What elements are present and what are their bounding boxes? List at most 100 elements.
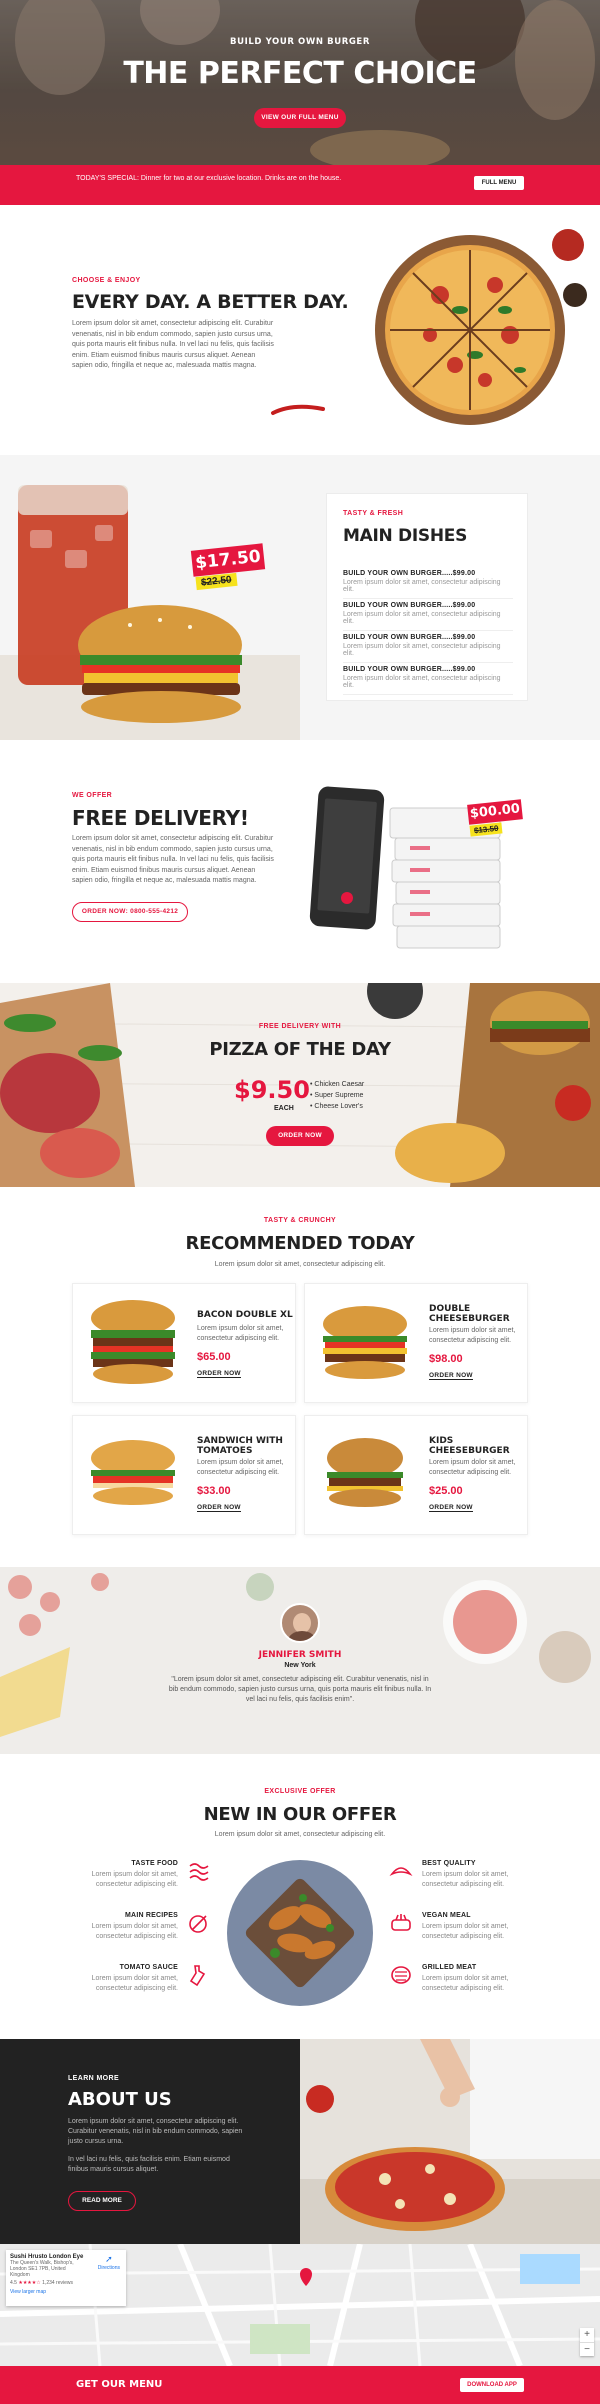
order-phone-button[interactable]: ORDER NOW: 0800-555-4212 <box>72 902 188 922</box>
about-section: LEARN MORE ABOUT US Lorem ipsum dolor si… <box>0 2039 600 2244</box>
kids-cheeseburger-image <box>327 1438 403 1507</box>
directions-link[interactable]: ➚ Directions <box>98 2254 120 2271</box>
pizza-order-button[interactable]: ORDER NOW <box>266 1126 334 1146</box>
bacon-icon <box>189 1863 209 1881</box>
pizza-day-eyebrow: FREE DELIVERY WITH <box>258 1023 342 1030</box>
dish-name: BUILD YOUR OWN BURGER.....$99.00 <box>343 602 476 609</box>
offer-section: EXCLUSIVE OFFER NEW IN OUR OFFER Lorem i… <box>0 1754 600 2039</box>
recommended-eyebrow: TASTY & CRUNCHY <box>263 1217 337 1224</box>
offer-feature: BEST QUALITY Lorem ipsum dolor sit amet, … <box>422 1860 512 1890</box>
testimonial-section: JENNIFER SMITH New York "Lorem ipsum dol… <box>0 1567 600 1754</box>
order-now-link[interactable]: ORDER NOW <box>197 1504 241 1512</box>
testimonial-background <box>0 1573 591 1737</box>
footer-bar: GET OUR MENU DOWNLOAD APP <box>0 2366 600 2404</box>
download-app-button[interactable]: DOWNLOAD APP <box>460 2378 524 2392</box>
dish-item: BUILD YOUR OWN BURGER.....$99.00 Lorem ip… <box>343 666 513 695</box>
dish-item: BUILD YOUR OWN BURGER.....$99.00 Lorem ip… <box>343 602 513 631</box>
dish-desc: Lorem ipsum dolor sit amet, consectetur … <box>343 643 513 663</box>
menu-card: BACON DOUBLE XL Lorem ipsum dolor sit am… <box>72 1283 296 1403</box>
about-title: ABOUT US <box>68 2089 172 2110</box>
dish-price: $17.50 <box>194 546 262 574</box>
star-icons: ★★★★☆ <box>18 2280 41 2286</box>
delivery-title: FREE DELIVERY! <box>72 806 249 830</box>
pizza-option-label: Cheese Lover's <box>314 1103 363 1110</box>
offer-feature: VEGAN MEAL Lorem ipsum dolor sit amet, co… <box>422 1912 512 1942</box>
zoom-controls: + − <box>580 2328 594 2356</box>
get-menu-text: GET OUR MENU <box>76 2379 163 2390</box>
pizza-day-price: $9.50 <box>234 1076 310 1104</box>
map-info-card: Sushi Hrusto London Eye The Queen's Walk… <box>6 2250 126 2306</box>
dish-item: BUILD YOUR OWN BURGER.....$99.00 Lorem ip… <box>343 634 513 663</box>
feature-title: TOMATO SAUCE <box>119 1964 178 1971</box>
directions-icon: ➚ <box>105 2254 113 2264</box>
map-rating: 4.5 ★★★★☆ 1,234 reviews <box>10 2280 122 2286</box>
offer-subtitle: Lorem ipsum dolor sit amet, consectetur … <box>214 1831 386 1838</box>
menu-item-name: BACON DOUBLE XL <box>197 1310 293 1320</box>
view-menu-button[interactable]: VIEW OUR FULL MENU <box>254 108 346 128</box>
view-larger-map-link[interactable]: View larger map <box>10 2289 122 2295</box>
pizza-option: • Chicken Caesar <box>310 1081 365 1088</box>
intro-body: Lorem ipsum dolor sit amet, consectetur … <box>72 320 274 369</box>
soda-burger-image <box>0 485 300 740</box>
sandwich-image <box>91 1440 175 1505</box>
pizza-day-title: PIZZA OF THE DAY <box>209 1039 391 1060</box>
pizza-day-section: FREE DELIVERY WITH PIZZA OF THE DAY $9.5… <box>0 983 600 1187</box>
special-bar: TODAY'S SPECIAL: Dinner for two at our e… <box>0 165 600 205</box>
intro-eyebrow: CHOOSE & ENJOY <box>72 277 141 284</box>
menu-item-price: $65.00 <box>197 1351 231 1363</box>
delivery-eyebrow: WE OFFER <box>72 792 113 799</box>
order-now-link[interactable]: ORDER NOW <box>197 1370 241 1378</box>
recipe-icon <box>189 1915 207 1933</box>
pizza-options: • Chicken Caesar • Super Supreme • Chees… <box>310 1079 364 1112</box>
pizza-image <box>375 229 587 425</box>
feature-title: TASTE FOOD <box>131 1860 178 1867</box>
full-menu-button[interactable]: FULL MENU <box>474 176 524 190</box>
offer-feature: MAIN RECIPES Lorem ipsum dolor sit amet, … <box>88 1912 178 1942</box>
bacon-burger-image <box>91 1300 175 1384</box>
dish-desc: Lorem ipsum dolor sit amet, consectetur … <box>343 611 513 631</box>
zoom-out-icon[interactable]: − <box>580 2342 594 2356</box>
map-reviews: 1,234 reviews <box>42 2280 74 2286</box>
menu-card: DOUBLE CHEESEBURGER Lorem ipsum dolor si… <box>304 1283 528 1403</box>
intro-title: EVERY DAY. A BETTER DAY. <box>72 291 349 313</box>
testimonial-quote: "Lorem ipsum dolor sit amet, consectetur… <box>168 1676 432 1703</box>
dish-name: BUILD YOUR OWN BURGER.....$99.00 <box>343 570 476 577</box>
hero-section: BUILD YOUR OWN BURGER THE PERFECT CHOICE… <box>0 0 600 165</box>
map-address: The Queen's Walk, Bishop's, London SE1 7… <box>10 2260 74 2278</box>
zoom-in-icon[interactable]: + <box>580 2328 594 2342</box>
pizza-day-each: EACH <box>274 1105 294 1112</box>
dishes-card: TASTY & FRESH MAIN DISHES BUILD YOUR OWN… <box>326 493 528 701</box>
menu-item-price: $25.00 <box>429 1485 463 1497</box>
menu-item-desc: Lorem ipsum dolor sit amet, consectetur … <box>197 1325 284 1342</box>
hero-title: THE PERFECT CHOICE <box>123 56 477 91</box>
dish-item: BUILD YOUR OWN BURGER.....$99.00 Lorem ip… <box>343 570 513 599</box>
chicken-wings-image <box>227 1860 373 2006</box>
main-dishes-section: $17.50 $22.50 TASTY & FRESH MAIN DISHES … <box>0 455 600 740</box>
hero-eyebrow: BUILD YOUR OWN BURGER <box>230 37 370 47</box>
offer-feature: TOMATO SAUCE Lorem ipsum dolor sit amet, … <box>88 1964 178 1994</box>
dishes-eyebrow: TASTY & FRESH <box>343 510 404 517</box>
menu-item-desc: Lorem ipsum dolor sit amet, consectetur … <box>429 1459 516 1476</box>
menu-card: KIDS CHEESEBURGER Lorem ipsum dolor sit … <box>304 1415 528 1535</box>
feature-title: MAIN RECIPES <box>125 1912 178 1919</box>
dish-desc: Lorem ipsum dolor sit amet, consectetur … <box>343 675 513 695</box>
pizza-option-label: Chicken Caesar <box>314 1081 365 1088</box>
about-body-1: Lorem ipsum dolor sit amet, consectetur … <box>68 2118 243 2145</box>
recommended-section: TASTY & CRUNCHY RECOMMENDED TODAY Lorem … <box>0 1187 600 1567</box>
order-now-link[interactable]: ORDER NOW <box>429 1372 473 1380</box>
directions-label: Directions <box>97 2265 120 2271</box>
menu-item-name: DOUBLE CHEESEBURGER <box>429 1304 510 1324</box>
map-rating-value: 4.5 <box>10 2280 17 2286</box>
special-text: TODAY'S SPECIAL: Dinner for two at our e… <box>76 175 342 182</box>
menu-item-desc: Lorem ipsum dolor sit amet, consectetur … <box>429 1327 516 1344</box>
feature-desc: Lorem ipsum dolor sit amet, consectetur … <box>91 1923 178 1940</box>
sauce-bottle-icon <box>189 1965 206 1987</box>
phone-pizza-image <box>309 786 501 949</box>
pizza-option: • Cheese Lover's <box>310 1103 363 1110</box>
pizza-option-label: Super Supreme <box>314 1092 364 1099</box>
order-now-link[interactable]: ORDER NOW <box>429 1504 473 1512</box>
feature-desc: Lorem ipsum dolor sit amet, consectetur … <box>422 1871 509 1888</box>
offer-feature: GRILLED MEAT Lorem ipsum dolor sit amet, … <box>422 1964 512 1994</box>
delivery-body: Lorem ipsum dolor sit amet, consectetur … <box>72 835 274 884</box>
read-more-button[interactable]: READ MORE <box>68 2191 136 2211</box>
